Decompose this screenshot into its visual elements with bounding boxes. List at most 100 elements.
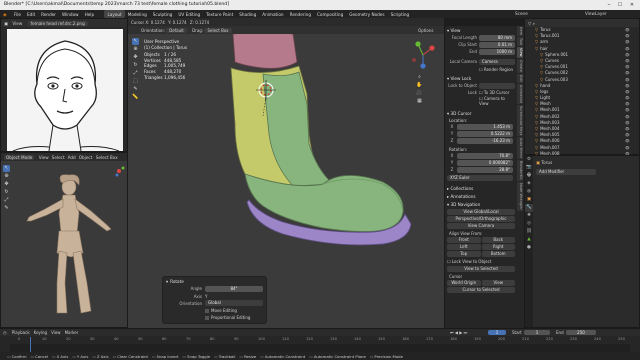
view-section-header[interactable]: ▾ View xyxy=(447,28,515,33)
select-box-tool-icon[interactable]: ↖ xyxy=(132,38,139,45)
orientation-dropdown[interactable]: Default xyxy=(166,27,187,33)
focal-length-field[interactable]: 80 mm xyxy=(479,35,515,41)
workspace-tab-uv-editing[interactable]: UV Editing xyxy=(175,10,203,18)
sidebar-tab-screencast-keys[interactable]: Screencast Keys xyxy=(517,104,523,137)
clip-start-field[interactable]: 0.01 m xyxy=(479,42,515,48)
outliner-search-icon[interactable]: ⌕ xyxy=(533,21,535,26)
perspective-orthographic-button[interactable]: Perspective/Orthographic xyxy=(447,216,515,222)
physics-tab-icon[interactable]: ◎ xyxy=(525,220,533,228)
playhead[interactable] xyxy=(30,337,31,353)
zoom-view-icon[interactable]: ⌕ xyxy=(416,74,423,81)
annotate-tool-icon[interactable]: ✎ xyxy=(132,86,139,93)
object-mode-dropdown[interactable]: Object Mode xyxy=(4,154,35,160)
view-global-local-button[interactable]: View Global/Local xyxy=(447,209,515,215)
sidebar-tab-auto-mirror[interactable]: Auto Mirror xyxy=(517,137,523,160)
axis-gizmo-icon[interactable] xyxy=(408,40,438,70)
end-frame-field[interactable]: 250 xyxy=(566,329,596,335)
collections-header[interactable]: ▸ Collections xyxy=(447,186,515,191)
sidebar-tab-view[interactable]: View xyxy=(517,47,523,58)
workspace-tab-layout[interactable]: Layout xyxy=(104,10,125,18)
move-tool-icon[interactable]: ✥ xyxy=(132,54,139,61)
menu-edit[interactable]: Edit xyxy=(24,10,38,18)
local-camera-field[interactable]: Camera xyxy=(479,59,515,65)
render-tab-icon[interactable]: 📷 xyxy=(525,164,533,172)
workspace-tab-sculpting[interactable]: Sculpting xyxy=(150,10,176,18)
start-frame-field[interactable]: 1 xyxy=(524,329,550,335)
world-origin-button[interactable]: World Origin xyxy=(447,280,481,286)
secondary-3d-viewport[interactable]: Object Mode View Select Add Object Select B… xyxy=(0,152,128,328)
workspace-tab-geometry-nodes[interactable]: Geometry Nodes xyxy=(346,10,387,18)
timeline-editor-icon[interactable]: ◷ xyxy=(3,330,7,335)
timeline-menu-marker[interactable]: Marker xyxy=(65,330,79,335)
options-dropdown[interactable]: Options xyxy=(418,28,433,33)
tool-tab-icon[interactable]: ⚙ xyxy=(525,156,533,164)
timeline-ruler[interactable]: 0 10 20 30 40 50 60 70 80 90 100 110 120 130 140 150 160… xyxy=(10,337,630,344)
menu-render[interactable]: Render xyxy=(38,10,59,18)
cursor-location-y-field[interactable]: 0.5222 m xyxy=(457,131,513,137)
move-tool-icon[interactable]: ✥ xyxy=(3,181,10,188)
align-right-button[interactable]: Right xyxy=(481,244,515,250)
cursor-to-selected-button[interactable]: Cursor to Selected xyxy=(447,287,515,293)
view-lock-header[interactable]: ▾ View Lock xyxy=(447,76,515,81)
sidebar-tab-create[interactable]: Create xyxy=(517,58,523,73)
play-controls[interactable]: ⏮ ◀ ▶ ⏭ xyxy=(450,330,467,335)
ortho-toggle-icon[interactable]: ▦ xyxy=(416,98,423,105)
secondary-menu-add[interactable]: Add xyxy=(68,155,76,160)
timeline-menu-playback[interactable]: Playback xyxy=(12,330,30,335)
select-tool-icon[interactable]: ↖ xyxy=(3,165,10,172)
menu-window[interactable]: Window xyxy=(59,10,82,18)
redo-panel-title[interactable]: ▾ Rotate xyxy=(166,279,263,284)
sidebar-tab-tool[interactable]: Tool xyxy=(517,37,523,47)
add-modifier-button[interactable]: Add Modifier xyxy=(536,169,596,175)
particles-tab-icon[interactable]: ✺ xyxy=(525,212,533,220)
transform-tool-icon[interactable]: ⬚ xyxy=(132,78,139,85)
clip-end-field[interactable]: 1000 m xyxy=(479,49,515,55)
main-3d-viewport[interactable]: Cursor X: 0.1274 Y: 0.1274 Z: 0.1274 Ori… xyxy=(128,18,444,328)
current-frame-field[interactable]: 1 xyxy=(488,329,506,335)
timeline-menu-keying[interactable]: Keying xyxy=(34,330,47,335)
close-button[interactable]: ✕ xyxy=(627,1,637,9)
cursor-rotation-z-field[interactable]: 28.8° xyxy=(457,167,513,173)
align-bottom-button[interactable]: Bottom xyxy=(481,251,515,257)
scene-tab-icon[interactable]: ◈ xyxy=(525,180,533,188)
move-editing-checkbox[interactable]: Move Editing xyxy=(205,308,237,313)
workspace-tab-compositing[interactable]: Compositing xyxy=(314,10,346,18)
data-tab-icon[interactable]: ▲ xyxy=(525,236,533,244)
constraints-tab-icon[interactable]: ⛓ xyxy=(525,228,533,236)
lock-to-object-field[interactable] xyxy=(479,83,515,89)
proportional-editing-checkbox[interactable]: Proportional Editing xyxy=(205,315,250,320)
sidebar-tab-item[interactable]: Item xyxy=(517,26,523,37)
3d-cursor-tool-icon[interactable]: ⊕ xyxy=(132,46,139,53)
cursor-location-x-field[interactable]: 1.453 m xyxy=(457,124,513,130)
secondary-menu-view[interactable]: View xyxy=(39,155,49,160)
sidebar-tab-node-wrangler[interactable]: Node Wrangler xyxy=(517,182,523,211)
cursor-tool-icon[interactable]: ⊕ xyxy=(3,173,10,180)
render-region-checkbox[interactable]: ☐ Render Region xyxy=(479,67,515,72)
timeline-track[interactable] xyxy=(10,344,630,352)
editor-type-icon[interactable]: ▣ xyxy=(4,21,8,26)
rotation-mode-dropdown[interactable]: XYZ Euler xyxy=(447,175,513,181)
modifier-tab-icon[interactable]: 🔧 xyxy=(525,204,533,212)
timeline-menu-view[interactable]: View xyxy=(51,330,61,335)
annotate-tool-icon[interactable]: ✎ xyxy=(3,205,10,212)
object-tab-icon[interactable]: ▣ xyxy=(525,196,533,204)
workspace-tab-scripting[interactable]: Scripting xyxy=(388,10,413,18)
camera-to-view-checkbox[interactable]: ☐ Camera to View xyxy=(479,96,515,106)
sidebar-tab-edit[interactable]: Edit xyxy=(517,73,523,83)
workspace-tab-shading[interactable]: Shading xyxy=(236,10,259,18)
view-layer-selector[interactable]: ViewLayer xyxy=(585,11,607,16)
workspace-tab-animation[interactable]: Animation xyxy=(259,10,286,18)
outliner-filter-icon[interactable]: ▽ xyxy=(528,21,531,26)
mini-gizmo-icon[interactable] xyxy=(113,165,125,177)
workspace-tab-rendering[interactable]: Rendering xyxy=(287,10,314,18)
align-front-button[interactable]: Front xyxy=(447,237,481,243)
cursor-location-z-field[interactable]: -16.23 m xyxy=(457,138,513,144)
rotate-tool-icon[interactable]: ↻ xyxy=(3,189,10,196)
axis-dropdown[interactable]: Y xyxy=(205,294,263,299)
maximize-button[interactable]: ☐ xyxy=(615,1,625,9)
secondary-menu-select[interactable]: Select xyxy=(52,155,65,160)
blender-logo-icon[interactable]: ◉ xyxy=(0,10,10,18)
image-editor-view-menu[interactable]: View xyxy=(12,21,22,26)
navigation-gizmo[interactable]: ⌕ ✋ 🎥 ▦ xyxy=(408,40,438,120)
view-camera-button[interactable]: View Camera xyxy=(447,223,515,229)
